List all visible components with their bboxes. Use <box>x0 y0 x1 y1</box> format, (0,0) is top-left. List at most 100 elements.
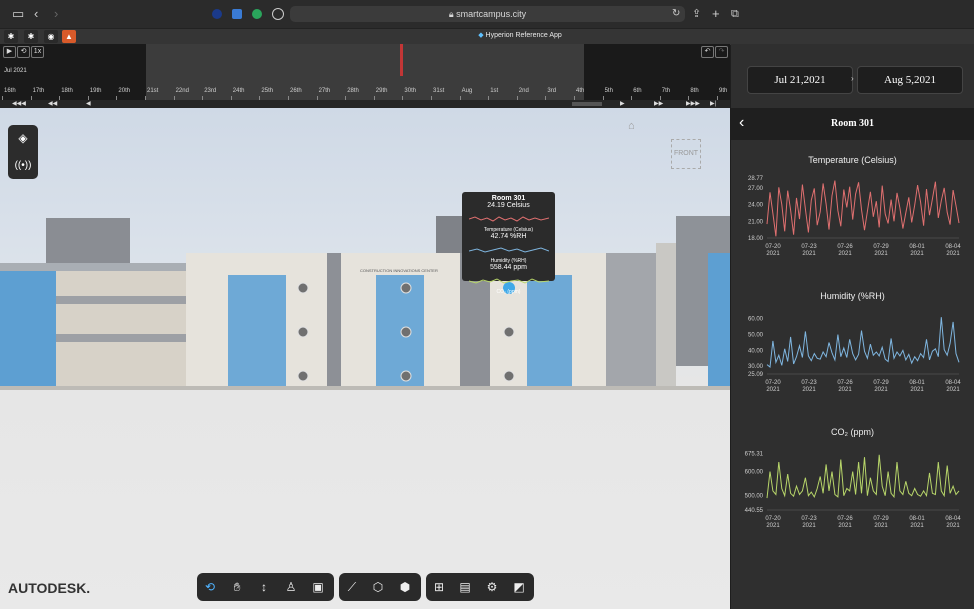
timeline-tick-label: 25th <box>261 88 274 94</box>
section-icon[interactable]: ⬡ <box>369 578 387 596</box>
timeline-tick-label: 8th <box>690 88 699 94</box>
x-tick-label: 07-26 2021 <box>837 244 853 257</box>
model-browser-icon[interactable]: ⊞ <box>430 578 448 596</box>
loop-button[interactable]: ⟲ <box>17 46 30 58</box>
timeline-tick-label: 23rd <box>204 88 217 94</box>
timeline-tick-label: 22nd <box>175 88 189 94</box>
tab-favicon[interactable]: ▲ <box>62 30 76 43</box>
sidebar-icon[interactable]: ▭ <box>12 0 24 28</box>
timeline-tick-label: 16th <box>4 88 16 94</box>
model-viewer[interactable]: CONSTRUCTION INNOVATIONS CENTER ⌂ FRONT … <box>0 108 730 609</box>
x-tick-label: 08-04 2021 <box>945 516 961 529</box>
timeline-tick-label: 24th <box>232 88 245 94</box>
x-tick-label: 07-26 2021 <box>837 380 853 393</box>
temperature-chart: 28.77 27.00 24.00 21.00 18.0007-20 2021 07-23 2… <box>748 176 961 257</box>
timeline-month: Jul 2021 <box>4 68 27 74</box>
timeline-tick-label: 9th <box>719 88 728 94</box>
step-back-icon[interactable]: ◀ <box>86 100 91 108</box>
x-tick-label: 08-04 2021 <box>945 244 961 257</box>
new-tab-icon[interactable]: + <box>712 0 720 28</box>
x-tick-label: 07-23 2021 <box>801 380 817 393</box>
y-tick-label: 500.00 <box>745 494 764 500</box>
extension-icon[interactable] <box>232 9 242 19</box>
x-tick-label: 07-29 2021 <box>873 516 889 529</box>
tooltip-temp-value: 24.19 Celsius <box>487 202 530 209</box>
humidity-chart: 60.00 50.00 40.00 30.00 25.0907-20 2021 07-23 2… <box>748 317 961 393</box>
building-model <box>0 216 730 390</box>
timeline-scrollbar[interactable] <box>572 102 602 106</box>
autodesk-logo: AUTODESK. <box>8 580 91 596</box>
address-bar[interactable]: 🔒︎ smartcampus.city <box>290 6 685 22</box>
forward-fast-icon[interactable]: ▶▶▶ <box>686 100 700 108</box>
settings-icon[interactable]: ⚙︎ <box>483 578 501 596</box>
tooltip-co2-label: CO₂ (ppm) <box>496 289 521 295</box>
home-icon[interactable]: ⌂ <box>628 120 635 132</box>
skip-end-icon[interactable]: ▶| <box>710 100 716 108</box>
forward-icon[interactable]: › <box>54 0 58 28</box>
timeline-tick-label: 29th <box>375 88 388 94</box>
privacy-icon[interactable] <box>272 8 284 20</box>
tab-favicon[interactable]: ◉ <box>44 30 58 43</box>
date-from-button[interactable]: Jul 21,2021 <box>747 66 853 94</box>
timeline-playhead[interactable] <box>400 44 403 76</box>
tab-favicon[interactable]: ✱ <box>4 30 18 43</box>
extension-icon[interactable] <box>252 9 262 19</box>
speed-button[interactable]: 1x <box>31 46 44 58</box>
timeline-tick-label: 5th <box>604 88 613 94</box>
layers-icon[interactable]: ◈ <box>8 125 38 152</box>
extension-icon[interactable] <box>212 9 222 19</box>
active-tab[interactable]: ◆ Hyperion Reference App <box>420 28 620 44</box>
back-icon[interactable]: ‹ <box>34 0 38 28</box>
reload-icon[interactable]: ↻ <box>672 0 680 28</box>
properties-icon[interactable]: ▤ <box>456 578 474 596</box>
pan-icon[interactable]: ✋︎ <box>228 578 246 596</box>
timeline-tick-label: 4th <box>576 88 585 94</box>
orbit-icon[interactable]: ⟲ <box>201 578 219 596</box>
sensor-icon[interactable]: ((•)) <box>8 152 38 179</box>
x-tick-label: 07-23 2021 <box>801 516 817 529</box>
tab-favicon[interactable]: ✱ <box>24 30 38 43</box>
step-forward-icon[interactable]: ▶ <box>620 100 625 108</box>
forward-icon[interactable]: ▶▶ <box>654 100 663 108</box>
view-cube[interactable]: FRONT <box>671 139 701 169</box>
timeline-tick-label: 1st <box>490 88 499 94</box>
share-icon[interactable]: ⇪ <box>692 0 701 28</box>
y-tick-label: 60.00 <box>748 317 764 323</box>
explode-icon[interactable]: ⬢ <box>396 578 414 596</box>
y-tick-label: 18.00 <box>748 236 764 242</box>
x-tick-label: 07-20 2021 <box>765 244 781 257</box>
y-tick-label: 675.31 <box>745 452 764 458</box>
measure-icon[interactable]: ⟋ <box>343 578 361 596</box>
browser-toolbar: ▭ ‹ › 🔒︎ smartcampus.city ↻ ⇪ + ⧉ <box>0 0 974 28</box>
tooltip-co2-value: 558.44 ppm <box>490 264 527 271</box>
series-line <box>766 180 960 237</box>
timeline-tick-label: Aug <box>461 88 473 94</box>
panel-title: Room 301 <box>830 118 875 129</box>
tabs-overview-icon[interactable]: ⧉ <box>731 0 739 28</box>
building-sign: CONSTRUCTION INNOVATIONS CENTER <box>360 268 438 273</box>
co2-chart: 675.31 600.00 500.00 440.5507-20 2021 07-23 20… <box>745 452 962 529</box>
date-to-button[interactable]: Aug 5,2021 <box>857 66 963 94</box>
chart-title: Humidity (%RH) <box>820 291 885 301</box>
rewind-icon[interactable]: ◀◀ <box>48 100 57 108</box>
x-tick-label: 07-23 2021 <box>801 244 817 257</box>
series-line <box>766 454 960 499</box>
redo-button[interactable]: ↷ <box>715 46 728 58</box>
zoom-icon[interactable]: ↕ <box>255 578 273 596</box>
x-tick-label: 08-01 2021 <box>909 244 925 257</box>
x-tick-label: 07-29 2021 <box>873 244 889 257</box>
timeline-tick-label: 20th <box>118 88 131 94</box>
fullscreen-icon[interactable]: ◩ <box>510 578 528 596</box>
x-tick-label: 07-20 2021 <box>765 380 781 393</box>
walk-icon[interactable]: ♙ <box>282 578 300 596</box>
x-tick-label: 07-29 2021 <box>873 380 889 393</box>
y-tick-label: 440.55 <box>745 508 764 514</box>
timeline-tick-label: 19th <box>89 88 102 94</box>
chart-title: Temperature (Celsius) <box>808 155 897 165</box>
camera-icon[interactable]: ▣ <box>309 578 327 596</box>
rewind-fast-icon[interactable]: ◀◀◀ <box>12 100 26 108</box>
timeline-tick-label: 7th <box>661 88 671 94</box>
play-button[interactable]: ▶ <box>3 46 16 58</box>
x-tick-label: 07-26 2021 <box>837 516 853 529</box>
reset-button[interactable]: ↶ <box>701 46 714 58</box>
